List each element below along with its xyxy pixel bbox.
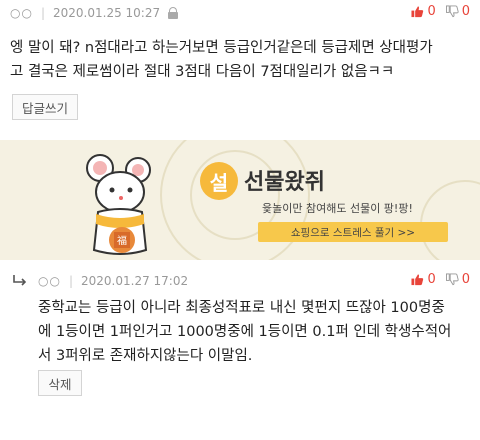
promo-banner[interactable]: 福 설 선물왔쥐 윷놀이만 참여해도 선물이 팡!팡! 쇼핑으로 스트레스 풀기… — [0, 140, 480, 260]
banner-cta-button[interactable]: 쇼핑으로 스트레스 풀기 >> — [258, 222, 448, 242]
banner-decoration — [420, 180, 480, 260]
downvote-count: 0 — [461, 4, 470, 19]
upvote-button[interactable]: 0 — [411, 4, 436, 19]
thumbs-up-icon — [411, 274, 424, 286]
reply-meta: ○○ | 2020.01.27 17:02 — [38, 272, 188, 290]
reply-author[interactable]: ○○ — [38, 274, 61, 288]
thumbs-down-icon — [445, 273, 459, 286]
delete-button[interactable]: 삭제 — [38, 370, 82, 396]
reply-button[interactable]: 답글쓰기 — [12, 94, 78, 120]
banner-title: 선물왔쥐 — [244, 170, 325, 195]
upvote-count: 0 — [427, 272, 436, 287]
downvote-button[interactable]: 0 — [445, 4, 470, 19]
reply-text: 중학교는 등급이 아니라 최종성적표로 내신 몇펀지 뜨잖아 100명중 에 1… — [38, 296, 451, 368]
reply-text-line: 에 1등이면 1퍼인거고 1000명중에 1등이면 0.1퍼 인데 학생수적어 — [38, 324, 452, 340]
thumbs-down-icon — [445, 5, 459, 18]
upvote-button[interactable]: 0 — [411, 272, 436, 287]
comment-meta: ○○ | 2020.01.25 10:27 — [10, 4, 179, 22]
reply-date: 2020.01.27 17:02 — [81, 274, 189, 288]
reply-text-line: 서 3퍼위로 존재하지않는다 이말임. — [38, 348, 253, 364]
mouse-illustration: 福 — [86, 154, 151, 255]
meta-divider: | — [40, 6, 45, 20]
banner-subtitle: 윷놀이만 참여해도 선물이 팡!팡! — [262, 202, 413, 215]
comment-author[interactable]: ○○ — [10, 6, 33, 20]
reply-text-line: 중학교는 등급이 아니라 최종성적표로 내신 몇펀지 뜨잖아 100명중 — [38, 300, 445, 316]
downvote-count: 0 — [461, 272, 470, 287]
comment-votes: 0 0 — [401, 4, 470, 19]
lock-icon — [168, 7, 179, 19]
reply-votes: 0 0 — [401, 272, 470, 287]
comment-date: 2020.01.25 10:27 — [53, 6, 161, 20]
comment-text: 엥 말이 돼? n점대라고 하는거보면 등급인거같은데 등급제면 상대평가 고 … — [10, 36, 433, 84]
reply-comment: ○○ | 2020.01.27 17:02 0 0 중학교는 등급이 아니라 최… — [0, 268, 480, 440]
banner-badge: 설 — [200, 162, 238, 200]
comment: ○○ | 2020.01.25 10:27 0 0 엥 말이 돼? n점대라고 … — [0, 0, 480, 132]
thumbs-up-icon — [411, 6, 424, 18]
mouse-tag-text: 福 — [117, 234, 127, 247]
meta-divider: | — [68, 274, 73, 288]
comment-text-line: 엥 말이 돼? n점대라고 하는거보면 등급인거같은데 등급제면 상대평가 — [10, 40, 433, 56]
reply-arrow-icon — [13, 275, 27, 286]
upvote-count: 0 — [427, 4, 436, 19]
comment-text-line: 고 결국은 제로썸이라 절대 3점대 다음이 7점대일리가 없음ㅋㅋ — [10, 64, 395, 80]
downvote-button[interactable]: 0 — [445, 272, 470, 287]
